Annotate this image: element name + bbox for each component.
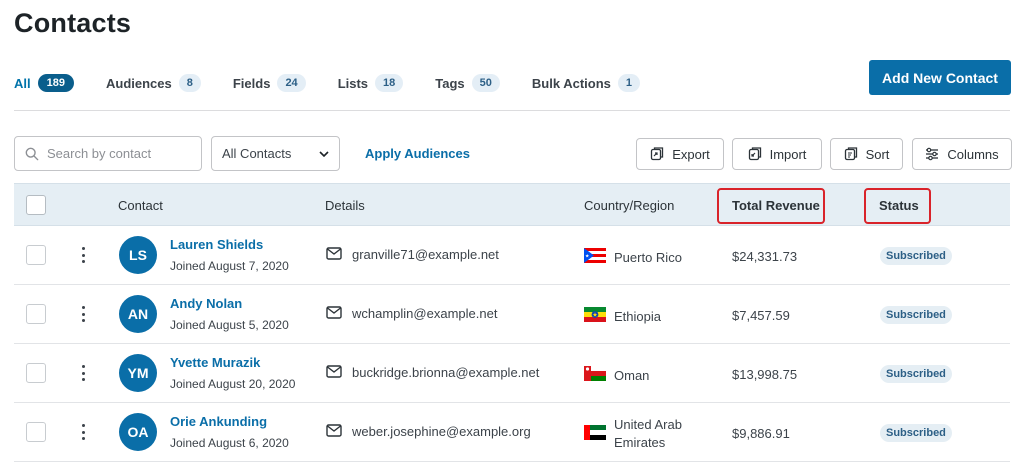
sort-label: Sort [865,146,890,162]
country-name: Puerto Rico [614,250,682,265]
columns-button[interactable]: Columns [912,138,1012,170]
envelope-icon [326,247,342,260]
avatar: LS [119,236,157,274]
count-badge: 24 [277,74,306,92]
email-address: buckridge.brionna@example.net [352,365,540,380]
add-new-contact-button[interactable]: Add New Contact [869,60,1011,95]
header-country[interactable]: Country/Region [584,198,674,213]
page-title: Contacts [14,8,132,38]
email-address: granville71@example.net [352,247,499,262]
import-icon [748,147,761,161]
puerto-rico-flag-icon [584,248,606,263]
import-button[interactable]: Import [732,138,822,170]
joined-date: Joined August 6, 2020 [170,436,289,450]
export-icon [651,147,664,161]
row-checkbox[interactable] [26,363,46,383]
tab-label: Audiences [105,75,172,91]
status-badge: Subscribed [880,365,952,383]
contact-name-link[interactable]: Yvette Murazik [170,355,260,370]
ethiopia-flag-icon [584,307,606,322]
country-name-line: United Arab [614,417,682,432]
count-badge: 1 [617,74,641,92]
tab-label: Fields [232,75,271,91]
avatar: OA [119,413,157,451]
table-row: OA Orie Ankunding Joined August 6, 2020 … [14,403,1010,462]
country-name: United Arab Emirates [614,416,682,452]
sliders-icon [926,147,939,161]
columns-label: Columns [947,146,999,162]
tab-lists[interactable]: Lists 18 [338,74,404,92]
tab-tags[interactable]: Tags 50 [435,74,500,92]
filter-tabs: All 189 Audiences 8 Fields 24 Lists 18 T… [14,74,672,92]
contact-name-link[interactable]: Lauren Shields [170,237,263,252]
header-details: Details [325,198,365,213]
row-checkbox[interactable] [26,245,46,265]
chevron-down-icon [319,150,329,157]
joined-date: Joined August 5, 2020 [170,318,289,332]
email-address: wchamplin@example.net [352,306,498,321]
tab-label: Tags [435,75,465,91]
header-status[interactable]: Status [879,198,919,213]
count-badge: 189 [37,74,74,92]
tab-label: Bulk Actions [531,75,611,91]
joined-date: Joined August 20, 2020 [170,377,296,391]
tab-fields[interactable]: Fields 24 [233,74,306,92]
table-header: Contact Details Country/Region Total Rev… [14,183,1010,226]
status-badge: Subscribed [880,424,952,442]
search-box[interactable] [14,136,202,171]
total-revenue: $13,998.75 [732,367,798,382]
total-revenue: $9,886.91 [732,426,790,441]
status-badge: Subscribed [880,306,952,324]
envelope-icon [326,365,342,378]
filter-selected-value: All Contacts [222,146,292,161]
tab-label: Lists [337,75,369,91]
status-badge: Subscribed [880,247,952,265]
envelope-icon [326,306,342,319]
total-revenue: $7,457.59 [732,308,790,323]
table-row: YM Yvette Murazik Joined August 20, 2020… [14,344,1010,403]
export-label: Export [672,146,710,162]
tabs-divider [14,110,1010,111]
import-label: Import [769,146,807,162]
count-badge: 8 [178,74,201,92]
contacts-filter-select[interactable]: All Contacts [211,136,340,171]
total-revenue: $24,331.73 [732,249,798,264]
contact-name-link[interactable]: Andy Nolan [170,296,242,311]
avatar: AN [119,295,157,333]
row-checkbox[interactable] [26,422,46,442]
export-button[interactable]: Export [636,138,724,170]
select-all-checkbox[interactable] [26,195,46,215]
uae-flag-icon [584,425,606,440]
search-icon [25,147,39,160]
tab-bulk-actions[interactable]: Bulk Actions 1 [531,74,641,92]
email-address: weber.josephine@example.org [352,424,531,439]
contact-name-link[interactable]: Orie Ankunding [170,414,267,429]
table-row: AN Andy Nolan Joined August 5, 2020 wcha… [14,285,1010,344]
tab-all[interactable]: All 189 [14,74,74,92]
avatar: YM [119,354,157,392]
count-badge: 18 [375,74,404,92]
envelope-icon [326,424,342,437]
oman-flag-icon [584,366,606,381]
sort-button[interactable]: Sort [830,138,903,170]
country-name-line: Emirates [614,435,666,450]
tab-audiences[interactable]: Audiences 8 [106,74,201,92]
more-actions-icon[interactable] [77,303,89,325]
more-actions-icon[interactable] [77,244,89,266]
country-name: Oman [614,368,650,383]
search-input[interactable] [47,146,187,161]
count-badge: 50 [471,74,500,92]
tab-label: All [14,75,31,91]
header-contact[interactable]: Contact [118,198,163,213]
more-actions-icon[interactable] [77,362,89,384]
sort-icon [844,147,857,161]
apply-audiences-link[interactable]: Apply Audiences [365,146,470,161]
country-name: Ethiopia [614,309,661,324]
more-actions-icon[interactable] [77,421,89,443]
row-checkbox[interactable] [26,304,46,324]
header-total-revenue[interactable]: Total Revenue [732,198,820,213]
table-row: LS Lauren Shields Joined August 7, 2020 … [14,226,1010,285]
joined-date: Joined August 7, 2020 [170,259,289,273]
